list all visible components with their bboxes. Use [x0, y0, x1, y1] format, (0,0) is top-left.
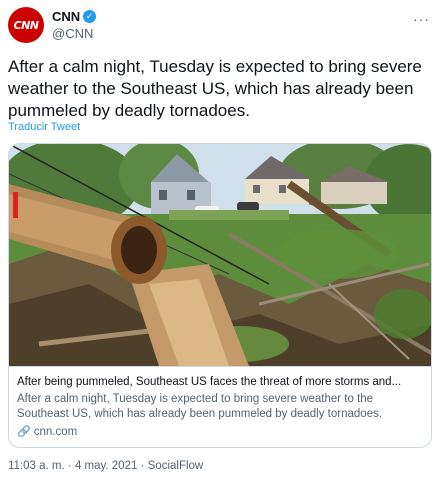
avatar[interactable]: CNN [8, 7, 44, 43]
translate-tweet-link[interactable]: Traducir Tweet [8, 121, 80, 133]
more-options-icon[interactable]: ··· [413, 11, 430, 27]
link-card[interactable]: After being pummeled, Southeast US faces… [8, 143, 432, 448]
link-icon: 🔗 [17, 426, 31, 438]
tweet-meta: 11:03 a. m. · 4 may. 2021 · SocialFlow [8, 460, 203, 472]
author-block[interactable]: CNN ✓ @CNN [52, 9, 97, 41]
tweet-date[interactable]: 4 may. 2021 [75, 460, 137, 472]
meta-separator: · [67, 460, 72, 472]
tweet-source[interactable]: SocialFlow [148, 460, 204, 472]
card-domain-row: 🔗 cnn.com [17, 425, 425, 439]
verified-badge-icon: ✓ [83, 10, 97, 23]
author-handle[interactable]: @CNN [52, 26, 96, 41]
card-description: After a calm night, Tuesday is expected … [17, 393, 383, 420]
card-body[interactable]: After being pummeled, Southeast US faces… [9, 366, 431, 447]
tweet-header: CNN CNN ✓ @CNN ··· [8, 7, 434, 47]
tweet-time[interactable]: 11:03 a. m. [8, 460, 65, 472]
tweet-text: After a calm night, Tuesday is expected … [8, 57, 422, 120]
author-name[interactable]: CNN [52, 9, 80, 24]
card-image[interactable] [9, 144, 431, 366]
card-title[interactable]: After being pummeled, Southeast US faces… [17, 375, 425, 390]
tornado-damage-photo [9, 144, 431, 366]
avatar-logo-text: CNN [13, 18, 40, 32]
card-domain: cnn.com [33, 425, 78, 438]
meta-separator-2: · [140, 460, 145, 472]
